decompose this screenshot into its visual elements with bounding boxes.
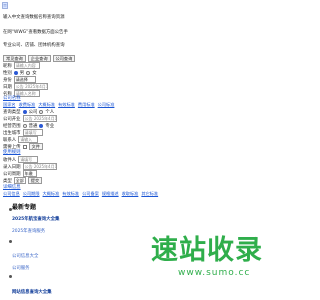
birth-city-label: 出生城市 [3,130,21,136]
gender-male-label: 男 [19,70,25,76]
link-2-4[interactable]: 公司备案 [82,191,99,197]
nickname-label: 昵称 [3,63,12,69]
form-row-upload: 需要上传 文件 [3,143,43,150]
query-type-person-radio[interactable] [39,109,44,114]
form-row-date: 日期 公告 2025年4月1日 [3,83,48,90]
link-2-3[interactable]: 有效标准 [62,191,79,197]
gender-female-label: 女 [32,70,37,76]
toolbar-button-firm[interactable]: 公司查询 [52,55,76,62]
gender-label: 性别 [3,70,12,76]
identity-label: 身份 [3,77,12,83]
form-row-birth-city: 出生城市 请填写 [3,129,43,136]
query-type-label: 查询类型 [3,109,21,115]
toolbar: 常见查询 企业查询 公司查询 [3,55,76,62]
form-row-company-date: 公司开业 公告 2025年4月1日 [3,115,57,122]
entry-date-label: 录入日期 [3,164,21,170]
topic-bullet [9,240,12,243]
topic-item[interactable]: 2025年航宝查询大全集 [12,216,59,222]
upload-checkbox[interactable] [22,144,27,149]
type-label: 类型 [3,178,12,184]
date-label: 日期 [3,84,12,90]
form-row-receiver: 收件人 请填写 [3,156,39,163]
form-row-identity: 身份 请选择 [3,76,36,83]
form-row-query-type: 查询类型 公司 个人 [3,108,54,115]
toolbar-button-common[interactable]: 常见查询 [3,55,26,62]
topic-item[interactable]: 2025年查询服务 [12,228,45,234]
receiver-label: 收件人 [3,157,17,163]
link-2-2[interactable]: 大概标准 [43,191,60,197]
query-type-company-label: 公司 [28,109,38,115]
form-row-cycle: 公司周期 年缴 [3,170,37,177]
query-type-person-label: 个人 [45,109,55,115]
link-1-4[interactable]: 费用标准 [78,102,95,108]
business-normal-label: 普通 [28,123,38,129]
links-row-2: 公司信息 公司期限 大概标准 有效标准 公司备案 规格描述 收取标准 其它标准 [3,191,158,197]
link-2-7[interactable]: 其它标准 [141,191,158,197]
toolbar-button-company[interactable]: 企业查询 [27,55,51,62]
query-type-company-radio[interactable] [22,109,27,114]
watermark-text: 速站收录 [151,235,263,266]
topic-item[interactable]: 网站信息查询大全集 [12,289,52,295]
link-1-5[interactable]: 公司标准 [98,102,115,108]
topics-title: 最新专题 [12,204,37,211]
gender-male-radio[interactable] [13,70,18,75]
intro-line-2: 在网“WWG”查看数据方面公告手 [3,30,68,35]
business-pro-radio[interactable] [39,123,44,128]
gender-female-radio[interactable] [26,70,31,75]
link-2-5[interactable]: 规格描述 [102,191,119,197]
form-row-business: 经营范围 普通 专业 [3,122,54,129]
link-2-1[interactable]: 公司期限 [23,191,40,197]
type-select[interactable]: 全部 [13,177,26,184]
submit-button[interactable]: 提交 [27,177,43,184]
topic-item[interactable]: 公司服务 [12,265,30,271]
form-row-entry-date: 录入日期 公告 2025年4月1日 [3,163,57,170]
topic-bullet [9,275,12,278]
business-normal-radio[interactable] [22,123,27,128]
link-2-0[interactable]: 公司信息 [3,191,20,197]
form-row-gender: 性别 男 女 [3,69,37,76]
business-pro-label: 专业 [45,123,55,129]
form-row-nickname: 昵称 请输入内容 [3,62,40,69]
identity-select[interactable]: 请选择 [13,76,36,83]
company-date-input[interactable]: 公告 2025年4月1日 [22,115,57,122]
contact-label: 联系人 [3,137,17,143]
intro-line-1: 输入中文查询数据名称查询资源 [3,15,65,20]
nickname-input[interactable]: 请输入内容 [13,62,40,69]
cycle-label: 公司周期 [3,171,21,177]
form-row-contact: 联系人 请输入 [3,136,39,143]
company-date-label: 公司开业 [3,116,21,122]
intro-line-3: 专业公司、店铺、团体机构查询 [3,43,65,48]
form-row-type: 类型 全部 提交 [3,177,43,184]
cycle-select[interactable]: 年缴 [22,170,37,177]
link-1-3[interactable]: 有效标准 [58,102,75,108]
birth-city-input[interactable]: 请填写 [22,129,43,136]
receiver-input[interactable]: 请填写 [18,156,39,163]
watermark-url: www.sumo.cc [178,268,251,278]
date-input[interactable]: 公告 2025年4月1日 [13,83,48,90]
link-2-6[interactable]: 收取标准 [122,191,139,197]
business-label: 经营范围 [3,123,21,129]
topic-item[interactable]: 公司信息大全 [12,253,38,259]
entry-date-input[interactable]: 公告 2025年4月1日 [22,163,57,170]
topic-bullet [9,208,12,211]
upload-label: 需要上传 [3,144,21,150]
upload-button[interactable]: 文件 [28,143,43,150]
logo-icon[interactable] [2,2,8,9]
contact-input[interactable]: 请输入 [18,136,39,143]
